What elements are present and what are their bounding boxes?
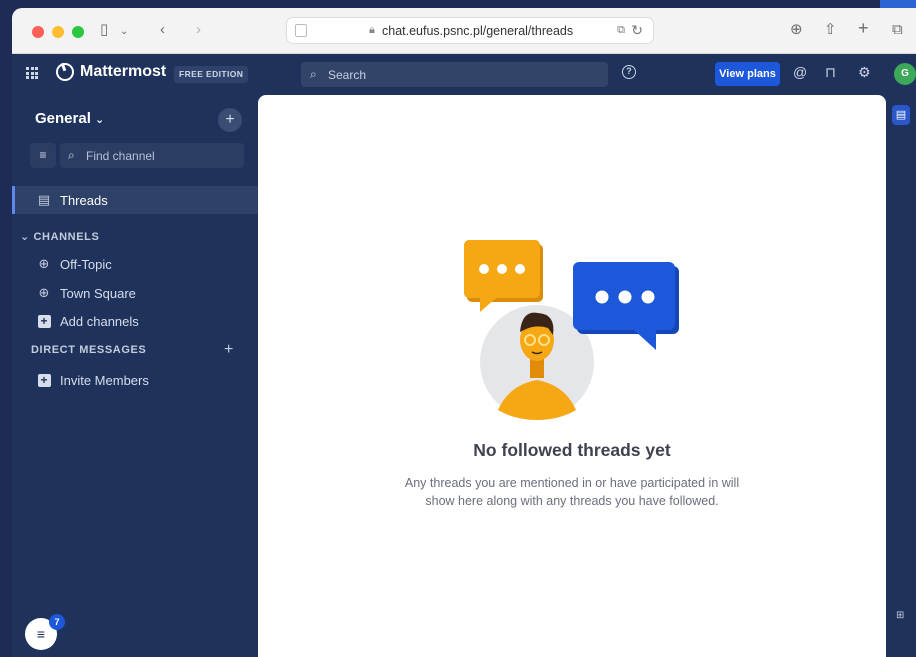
empty-state-title: No followed threads yet [473, 440, 671, 460]
back-icon[interactable]: ‹ [160, 20, 165, 40]
team-menu[interactable]: General ⌄ [35, 110, 104, 127]
threads-main-panel: No followed threads yet Any threads you … [258, 95, 886, 657]
app-header: Mattermost FREE EDITION ⌕ Search ? View … [12, 54, 916, 94]
search-input[interactable]: ⌕ Search [301, 62, 608, 87]
mattermost-logo-icon [56, 63, 74, 81]
lock-icon: 🔒︎ [369, 24, 375, 36]
filter-icon[interactable]: ≡ [30, 143, 56, 168]
add-dm-icon[interactable]: + [224, 341, 233, 359]
add-button[interactable]: + [218, 108, 242, 132]
sidebar-item-label: Town Square [60, 286, 136, 301]
saved-messages-icon[interactable]: ⊓ [825, 64, 836, 81]
new-tab-icon[interactable]: + [858, 18, 869, 38]
yellow-chat-bubble-icon [464, 240, 543, 312]
plus-box-icon: + [36, 372, 52, 387]
close-window-button[interactable] [32, 26, 44, 38]
sidebar-item-label: Add channels [60, 314, 139, 329]
globe-icon: ⊕ [38, 285, 50, 300]
chevron-down-icon: ⌄ [20, 231, 34, 243]
section-label: CHANNELS [33, 231, 100, 243]
sidebar-item-threads[interactable]: ▤ Threads [12, 186, 258, 214]
edition-badge: FREE EDITION [174, 66, 249, 83]
avatar[interactable]: G [894, 63, 916, 85]
invite-members-button[interactable]: + Invite Members [12, 366, 258, 394]
channels-section-header[interactable]: ⌄ CHANNELS [20, 230, 99, 243]
minimize-window-button[interactable] [52, 26, 64, 38]
globe-icon: ⊕ [38, 256, 50, 271]
empty-state-description: Any threads you are mentioned in or have… [404, 476, 740, 508]
product-name: Mattermost [80, 63, 167, 80]
sidebar-item-town-square[interactable]: ⊕ Town Square [12, 279, 258, 307]
forward-icon[interactable]: › [196, 20, 201, 40]
tab-icon [295, 24, 307, 37]
team-name: General [35, 110, 91, 127]
reload-icon[interactable]: ↻ [631, 22, 643, 39]
chevron-down-icon: ⌄ [95, 114, 105, 126]
app-bar: ▤ ⊞ [886, 95, 916, 657]
blue-chat-bubble-icon [573, 262, 679, 350]
tab-overview-icon[interactable]: ⧉ [892, 20, 903, 40]
zoom-window-button[interactable] [72, 26, 84, 38]
sidebar-item-label: Threads [60, 193, 108, 208]
channel-sidebar: General ⌄ + ≡ ⌕ Find channel ▤ Threads ⌄… [12, 94, 258, 657]
mentions-icon[interactable]: @ [793, 64, 807, 80]
settings-gear-icon[interactable]: ⚙ [858, 64, 871, 81]
product-menu-icon[interactable] [26, 67, 38, 79]
find-channel-button[interactable]: ⌕ Find channel [60, 143, 244, 168]
sidebar-item-off-topic[interactable]: ⊕ Off-Topic [12, 250, 258, 278]
marketplace-icon[interactable]: ⊞ [896, 610, 904, 621]
url-text: chat.eufus.psnc.pl/general/threads [382, 24, 574, 38]
browser-window: ▯ ⌄ ‹ › 🔒︎ chat.eufus.psnc.pl/general/th… [12, 8, 916, 657]
sidebar-item-label: Off-Topic [60, 257, 112, 272]
address-bar[interactable]: 🔒︎ chat.eufus.psnc.pl/general/threads ⧉ … [286, 17, 654, 44]
direct-messages-section-header[interactable]: DIRECT MESSAGES [31, 344, 146, 356]
find-channel-label: Find channel [86, 149, 155, 163]
translate-icon[interactable]: ⧉ [617, 24, 625, 37]
unread-badge: 7 [49, 614, 65, 630]
add-channels-button[interactable]: + Add channels [12, 307, 258, 335]
chevron-down-icon[interactable]: ⌄ [120, 22, 128, 42]
boards-icon[interactable]: ▤ [892, 105, 910, 125]
search-icon: ⌕ [310, 67, 317, 81]
product-logo: Mattermost [56, 63, 166, 81]
plus-box-icon: + [36, 313, 52, 328]
empty-threads-illustration [464, 240, 679, 420]
sidebar-toggle-icon[interactable]: ▯ [100, 20, 108, 40]
search-icon: ⌕ [68, 148, 75, 162]
threads-icon: ▤ [37, 192, 51, 207]
sidebar-item-label: Invite Members [60, 373, 149, 388]
view-plans-button[interactable]: View plans [715, 62, 780, 86]
download-icon[interactable]: ⊕ [790, 20, 803, 40]
help-icon[interactable]: ? [622, 65, 636, 79]
search-placeholder: Search [328, 68, 367, 82]
share-icon[interactable]: ⇧ [824, 20, 837, 40]
browser-toolbar: ▯ ⌄ ‹ › 🔒︎ chat.eufus.psnc.pl/general/th… [12, 8, 916, 54]
window-controls [32, 26, 84, 38]
